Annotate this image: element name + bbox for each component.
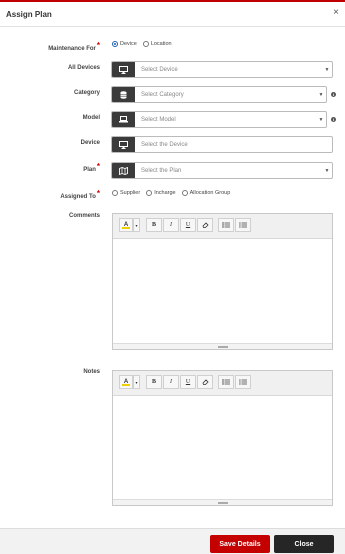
resize-grip-icon (217, 502, 228, 504)
underline-button[interactable]: U (180, 218, 196, 232)
radio-device[interactable] (112, 41, 118, 47)
comments-toolbar: A ▾ B I U (113, 214, 332, 239)
laptop-icon (112, 112, 135, 127)
plan-select[interactable]: Select the Plan ▼ (111, 162, 333, 179)
category-info-icon[interactable]: i (331, 92, 336, 97)
maintenance-for-radio-group: Device Location (112, 41, 178, 47)
radio-option-location[interactable]: Location (142, 41, 172, 47)
model-select[interactable]: Select Model ▼ (111, 111, 327, 128)
required-marker: * (96, 162, 100, 171)
close-icon[interactable]: × (333, 8, 339, 18)
device-input[interactable]: Select the Device (111, 136, 333, 153)
chevron-down-icon: ▼ (318, 91, 324, 98)
comments-editor: A ▾ B I U (112, 213, 333, 350)
map-icon (112, 163, 135, 178)
radio-supplier[interactable] (112, 190, 118, 196)
unordered-list-icon[interactable] (218, 218, 234, 232)
font-color-dropdown[interactable]: ▾ (133, 218, 140, 232)
all-devices-select[interactable]: Select Device ▼ (111, 61, 333, 78)
assigned-to-label: Assigned To* (60, 189, 100, 200)
eraser-icon[interactable] (197, 218, 213, 232)
model-placeholder: Select Model (141, 116, 176, 123)
radio-option-incharge[interactable]: Incharge (146, 190, 176, 196)
font-color-dropdown[interactable]: ▾ (133, 375, 140, 389)
model-label: Model (82, 115, 100, 121)
close-button[interactable]: Close (274, 535, 334, 553)
chevron-down-icon: ▼ (324, 66, 330, 73)
font-color-button[interactable]: A (119, 218, 133, 232)
dialog-header: Assign Plan × (0, 2, 345, 27)
resize-grip-icon (217, 346, 228, 348)
italic-button[interactable]: I (163, 375, 179, 389)
radio-location[interactable] (142, 41, 149, 47)
underline-button[interactable]: U (180, 375, 196, 389)
plan-placeholder: Select the Plan (141, 167, 182, 174)
notes-textarea[interactable] (113, 396, 332, 499)
radio-option-supplier[interactable]: Supplier (112, 190, 140, 196)
notes-toolbar: A ▾ B I U (113, 371, 332, 396)
device-placeholder: Select the Device (141, 141, 188, 148)
category-placeholder: Select Category (141, 91, 184, 98)
chevron-down-icon: ▼ (324, 167, 330, 174)
ordered-list-icon[interactable] (235, 375, 251, 389)
ordered-list-icon[interactable] (235, 218, 251, 232)
category-label: Category (73, 90, 100, 96)
category-select[interactable]: Select Category ▼ (111, 86, 327, 103)
radio-allocation-group[interactable] (181, 190, 188, 196)
required-marker: * (96, 41, 100, 50)
assigned-to-radio-group: Supplier Incharge Allocation Group (112, 190, 236, 196)
bold-button[interactable]: B (146, 375, 162, 389)
notes-resize-handle[interactable] (113, 499, 332, 505)
database-icon (112, 87, 135, 102)
italic-button[interactable]: I (163, 218, 179, 232)
eraser-icon[interactable] (197, 375, 213, 389)
all-devices-label: All Devices (67, 65, 100, 71)
radio-incharge[interactable] (146, 190, 153, 196)
monitor-icon (112, 62, 135, 77)
device-label: Device (80, 140, 100, 146)
model-info-icon[interactable]: i (331, 117, 336, 122)
maintenance-for-label: Maintenance For* (48, 41, 100, 52)
chevron-down-icon: ▼ (318, 116, 324, 123)
notes-label: Notes (83, 369, 100, 375)
required-marker: * (96, 189, 100, 198)
comments-resize-handle[interactable] (113, 343, 332, 349)
comments-label: Comments (68, 213, 100, 219)
comments-textarea[interactable] (113, 239, 332, 343)
plan-label: Plan* (83, 162, 100, 173)
dialog-footer: Save Details Close (0, 528, 345, 554)
notes-editor: A ▾ B I U (112, 370, 333, 506)
save-details-button[interactable]: Save Details (210, 535, 270, 553)
dialog-title: Assign Plan (6, 10, 52, 19)
monitor-icon (112, 137, 135, 152)
unordered-list-icon[interactable] (218, 375, 234, 389)
bold-button[interactable]: B (146, 218, 162, 232)
radio-option-allocation-group[interactable]: Allocation Group (181, 190, 230, 196)
radio-option-device[interactable]: Device (112, 41, 137, 47)
font-color-button[interactable]: A (119, 375, 133, 389)
all-devices-placeholder: Select Device (141, 66, 178, 73)
dialog-body: Maintenance For* Device Location All Dev… (0, 28, 345, 528)
